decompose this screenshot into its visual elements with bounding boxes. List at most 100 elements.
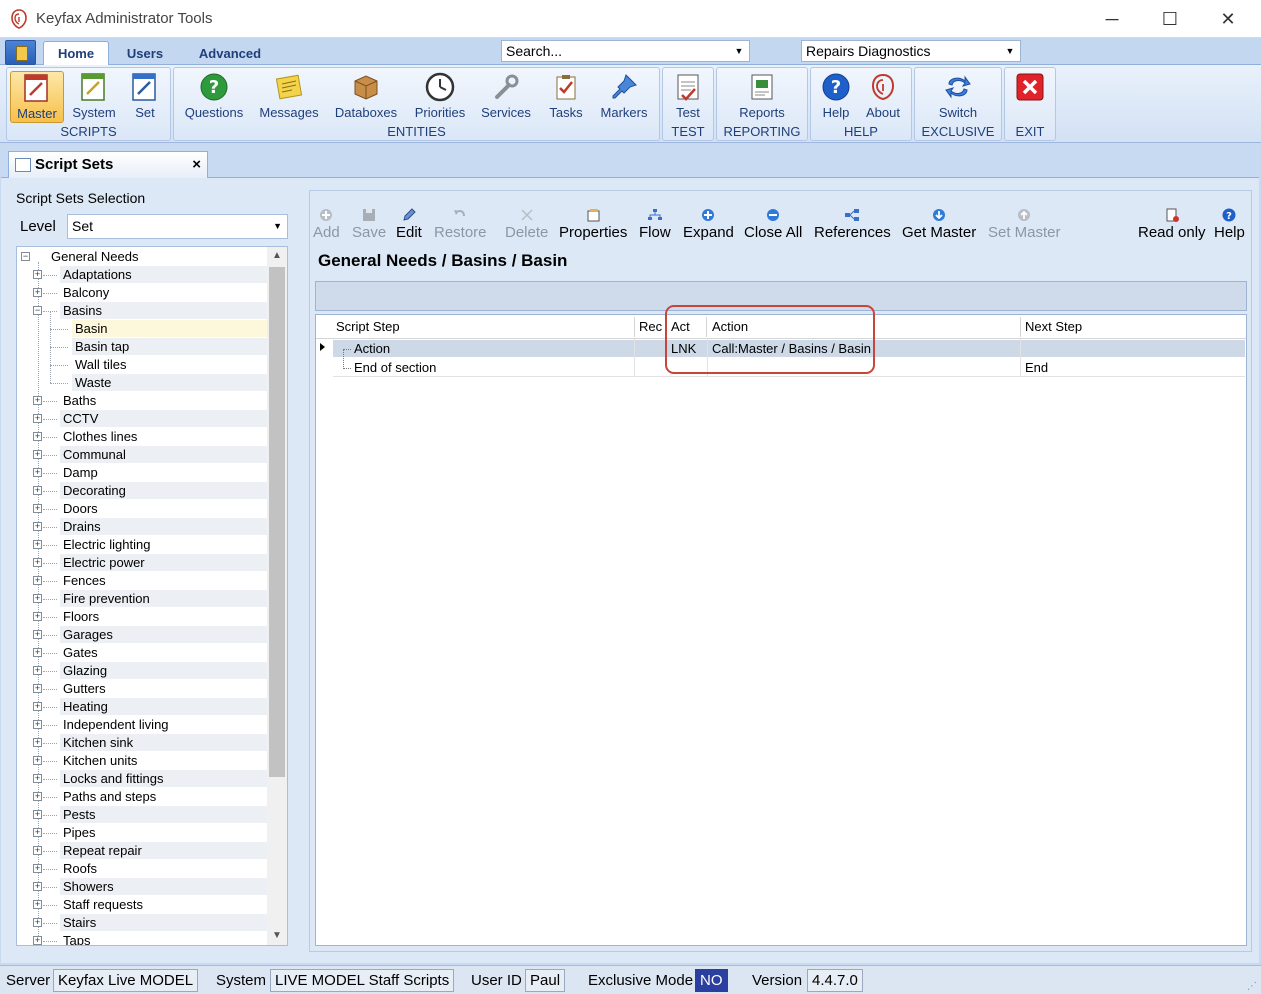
chevron-down-icon[interactable]: ▼: [1003, 41, 1017, 61]
priorities-button[interactable]: Priorities: [410, 71, 470, 123]
list-item[interactable]: + Decorating: [17, 482, 267, 500]
scroll-up-icon[interactable]: ▲: [267, 247, 287, 265]
list-item[interactable]: + Pipes: [17, 824, 267, 842]
expand-icon[interactable]: +: [33, 558, 42, 567]
list-item[interactable]: + Balcony: [17, 284, 267, 302]
references-button[interactable]: References: [814, 206, 891, 241]
list-item[interactable]: − Basins: [17, 302, 267, 320]
script-steps-grid[interactable]: [315, 314, 1247, 946]
expand-icon[interactable]: +: [33, 270, 42, 279]
expand-button[interactable]: Expand: [683, 206, 734, 241]
tab-home[interactable]: Home: [43, 41, 109, 65]
chevron-down-icon[interactable]: ▼: [273, 215, 282, 238]
list-item[interactable]: + Independent living: [17, 716, 267, 734]
help-button[interactable]: ? Help: [1214, 206, 1245, 241]
expand-icon[interactable]: +: [33, 288, 42, 297]
collapse-icon[interactable]: −: [33, 306, 42, 315]
list-item[interactable]: + Glazing: [17, 662, 267, 680]
close-all-button[interactable]: Close All: [744, 206, 802, 241]
tab-advanced[interactable]: Advanced: [186, 41, 274, 65]
expand-icon[interactable]: +: [33, 810, 42, 819]
set-button[interactable]: Set: [124, 71, 166, 123]
list-item[interactable]: + Floors: [17, 608, 267, 626]
expand-icon[interactable]: +: [33, 738, 42, 747]
expand-icon[interactable]: +: [33, 864, 42, 873]
list-item[interactable]: + Showers: [17, 878, 267, 896]
list-item[interactable]: + Clothes lines: [17, 428, 267, 446]
services-button[interactable]: Services: [477, 71, 535, 123]
list-item[interactable]: + Paths and steps: [17, 788, 267, 806]
tree-root[interactable]: − General Needs: [17, 248, 267, 266]
list-item[interactable]: + Gates: [17, 644, 267, 662]
expand-icon[interactable]: +: [33, 792, 42, 801]
expand-icon[interactable]: +: [33, 576, 42, 585]
list-item[interactable]: + Taps: [17, 932, 267, 945]
cell-script-step[interactable]: End of section: [350, 358, 436, 377]
column-header-script-step[interactable]: Script Step: [332, 317, 635, 337]
list-item[interactable]: + Gutters: [17, 680, 267, 698]
list-item[interactable]: + Drains: [17, 518, 267, 536]
system-button[interactable]: System: [68, 71, 120, 123]
scrollbar-thumb[interactable]: [269, 267, 285, 777]
expand-icon[interactable]: +: [33, 504, 42, 513]
close-tab-icon[interactable]: ×: [192, 156, 201, 173]
expand-icon[interactable]: +: [33, 666, 42, 675]
list-item[interactable]: + Electric lighting: [17, 536, 267, 554]
list-item[interactable]: + Doors: [17, 500, 267, 518]
expand-icon[interactable]: +: [33, 720, 42, 729]
tasks-button[interactable]: Tasks: [543, 71, 589, 123]
cell-next-step[interactable]: End: [1021, 358, 1048, 377]
list-item[interactable]: + Electric power: [17, 554, 267, 572]
list-item[interactable]: + Staff requests: [17, 896, 267, 914]
list-item[interactable]: + Fences: [17, 572, 267, 590]
add-button[interactable]: Add: [313, 206, 340, 241]
expand-icon[interactable]: +: [33, 468, 42, 477]
expand-icon[interactable]: +: [33, 612, 42, 621]
list-item[interactable]: + Locks and fittings: [17, 770, 267, 788]
collapse-icon[interactable]: −: [21, 252, 30, 261]
resize-grip-icon[interactable]: ⋰: [1247, 981, 1257, 992]
about-button[interactable]: About: [860, 71, 906, 123]
read-only-button[interactable]: Read only: [1138, 206, 1206, 241]
set-master-button[interactable]: Set Master: [988, 206, 1061, 241]
expand-icon[interactable]: +: [33, 486, 42, 495]
list-item[interactable]: + Fire prevention: [17, 590, 267, 608]
test-button[interactable]: Test: [666, 71, 710, 123]
markers-button[interactable]: Markers: [597, 71, 651, 123]
column-header-next-step[interactable]: Next Step: [1021, 317, 1245, 337]
tree-scrollbar[interactable]: ▲ ▼: [267, 247, 287, 945]
minimize-button[interactable]: ─: [1083, 0, 1141, 38]
list-item[interactable]: Wall tiles: [17, 347, 267, 374]
list-item[interactable]: + Adaptations: [17, 266, 267, 284]
search-input[interactable]: Search...: [506, 43, 562, 59]
cell-next-step[interactable]: [1021, 339, 1025, 358]
tab-users[interactable]: Users: [114, 41, 176, 65]
cell-rec[interactable]: [635, 358, 639, 377]
expand-icon[interactable]: +: [33, 594, 42, 603]
flow-button[interactable]: Flow: [639, 206, 671, 241]
tab-script-sets[interactable]: Script Sets ×: [8, 151, 208, 178]
level-select[interactable]: Set ▼: [67, 214, 288, 239]
expand-icon[interactable]: +: [33, 828, 42, 837]
properties-button[interactable]: Properties: [559, 206, 627, 241]
expand-icon[interactable]: +: [33, 882, 42, 891]
expand-icon[interactable]: +: [33, 414, 42, 423]
list-item[interactable]: Waste: [17, 365, 267, 392]
expand-icon[interactable]: +: [33, 702, 42, 711]
expand-icon[interactable]: +: [33, 648, 42, 657]
expand-icon[interactable]: +: [33, 396, 42, 405]
list-item[interactable]: + Damp: [17, 464, 267, 482]
cell-script-step[interactable]: Action: [350, 339, 390, 358]
delete-button[interactable]: Delete: [505, 206, 548, 241]
search-combo[interactable]: Search... ▼: [501, 40, 750, 62]
list-item[interactable]: + Communal: [17, 446, 267, 464]
expand-icon[interactable]: +: [33, 450, 42, 459]
expand-icon[interactable]: +: [33, 684, 42, 693]
expand-icon[interactable]: +: [33, 918, 42, 927]
messages-button[interactable]: Messages: [256, 71, 322, 123]
column-header-rec[interactable]: Rec: [635, 317, 666, 337]
questions-button[interactable]: ? Questions: [181, 71, 247, 123]
edit-button[interactable]: Edit: [396, 206, 422, 241]
reports-button[interactable]: Reports: [730, 71, 794, 123]
expand-icon[interactable]: +: [33, 936, 42, 945]
